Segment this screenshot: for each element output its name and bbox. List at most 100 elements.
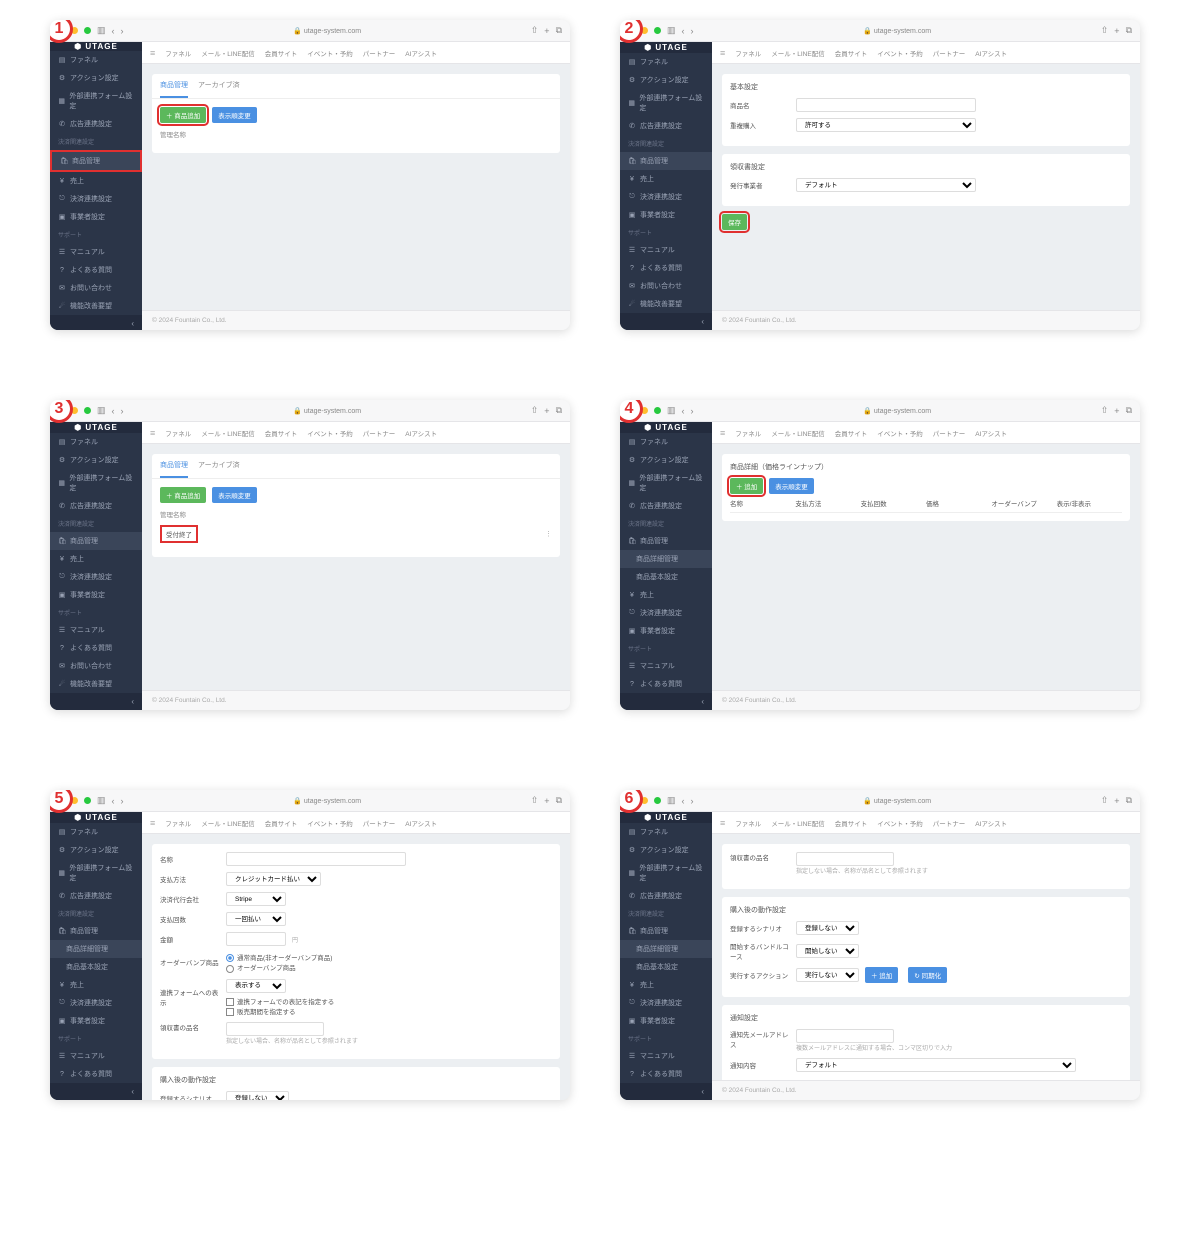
nav-ai[interactable]: AIアシスト [405,48,437,58]
sidebar-item-business[interactable]: ▣事業者設定 [50,208,142,226]
sidebar-item-products[interactable]: 🛍商品管理 [620,152,712,170]
receipt-name-input[interactable] [226,1022,324,1036]
radio-bump[interactable]: オーダーバンプ商品 [226,962,332,972]
sidebar-item-action[interactable]: ⚙アクション設定 [50,69,142,87]
label-amount: 金額 [160,934,220,944]
th-visible: 表示/非表示 [1057,498,1122,508]
rebuy-select[interactable]: 許可する [796,118,976,132]
browser-chrome: ▥ ‹ › 🔒 utage-system.com ⇧ + ⧉ [50,20,570,42]
label-show: 連携フォームへの表示 [160,987,220,1007]
th-method: 支払方法 [795,498,860,508]
sidebar-heading-payment: 決済関連設定 [50,133,142,150]
section-postbuy: 購入後の動作設定 [160,1075,552,1085]
sidebar-item-faq[interactable]: ?よくある質問 [50,261,142,279]
sidebar-item-payment-settings[interactable]: ⎋決済連携設定 [50,190,142,208]
sidebar-item-ad[interactable]: ✆広告連携設定 [50,115,142,133]
sidebar-item-products[interactable]: 🛍商品管理 [50,150,142,172]
notify-mail-input[interactable] [796,1029,894,1043]
label-scenario: 登録するシナリオ [730,923,790,933]
sidebar-item-product-basic[interactable]: 商品基本設定 [620,568,712,586]
sidebar-toggle-icon[interactable]: ▥ [97,25,106,36]
action-sync-button[interactable]: ↻ 同期化 [908,967,947,983]
yen-suffix: 円 [292,935,298,944]
plus-icon[interactable]: + [544,26,549,36]
times-select[interactable]: 一回払い [226,912,286,926]
sidebar-item-funnel[interactable]: ▤ファネル [50,51,142,69]
add-detail-button[interactable]: ＋ 追加 [730,478,763,494]
add-product-button[interactable]: ＋ 商品追加 [160,107,206,123]
label-receipt-name: 領収書の品名 [160,1022,220,1032]
section-receipt: 領収書設定 [730,162,1122,172]
sidebar-item-product-detail[interactable]: 商品詳細管理 [50,940,142,958]
link-icon: ⎋ [58,195,66,203]
back-icon[interactable]: ‹ [112,26,115,36]
sidebar-item-products[interactable]: 🛍商品管理 [620,532,712,550]
method-select[interactable]: クレジットカード払い [226,872,321,886]
amount-input[interactable] [226,932,286,946]
building-icon: ▣ [58,213,66,221]
receipt-name-input[interactable] [796,852,894,866]
display-order-button[interactable]: 表示順変更 [212,107,257,123]
max-dot[interactable] [84,27,91,34]
mail-hint: 複数メールアドレスに通知する場合、コンマ区切りで入力 [796,1043,952,1052]
product-row-item[interactable]: 受付終了 [160,525,198,543]
issuer-select[interactable]: デフォルト [796,178,976,192]
app-logo[interactable]: ⬢ UTAGE [50,42,142,51]
action-select[interactable]: 実行しない [796,968,859,982]
sidebar-item-product-detail[interactable]: 商品詳細管理 [620,550,712,568]
sidebar-item-manual[interactable]: ☰マニュアル [50,243,142,261]
bundle-select[interactable]: 開始しない [796,944,859,958]
name-input[interactable] [226,852,406,866]
scenario-select[interactable]: 登録しない [796,921,859,935]
checkbox-period[interactable]: 販売期間を指定する [226,1006,334,1016]
notify-body-select[interactable]: デフォルト [796,1058,1076,1072]
row-menu-icon[interactable]: ⋮ [545,530,552,538]
tab-archived[interactable]: アーカイブ済 [198,74,240,98]
agent-select[interactable]: Stripe [226,892,286,906]
sidebar-item-form[interactable]: ▦外部連携フォーム設定 [50,87,142,115]
tab-archived[interactable]: アーカイブ済 [198,454,240,478]
tab-products[interactable]: 商品管理 [160,74,188,98]
nav-funnel[interactable]: ファネル [165,48,191,58]
save-button[interactable]: 保存 [722,214,747,230]
tab-products[interactable]: 商品管理 [160,454,188,478]
nav-member[interactable]: 会員サイト [265,48,298,58]
label-rebuy: 重複購入 [730,120,790,130]
bulb-icon: ☄ [58,302,66,310]
sidebar-item-products[interactable]: 🛍商品管理 [50,532,142,550]
fwd-icon[interactable]: › [121,26,124,36]
sidebar-item-sales[interactable]: ¥売上 [50,172,142,190]
nav-event[interactable]: イベント・予約 [307,48,353,58]
sidebar-heading-support: サポート [50,226,142,243]
checkbox-icon [226,998,234,1006]
checkbox-form-label[interactable]: 連携フォームでの表記を指定する [226,996,334,1006]
column-header-name: 管理名称 [160,123,552,145]
url-bar[interactable]: 🔒 utage-system.com [293,27,361,35]
display-order-button[interactable]: 表示順変更 [769,478,814,494]
scenario-select[interactable]: 登録しない [226,1091,289,1100]
sidebar-collapse[interactable]: ‹ [50,315,142,330]
share-icon[interactable]: ⇧ [531,25,539,36]
form-icon: ▦ [58,97,65,105]
hamburger-icon[interactable]: ≡ [150,48,155,58]
column-header-name: 管理名称 [160,503,552,525]
sidebar-item-contact[interactable]: ✉お問い合わせ [50,279,142,297]
th-name: 名称 [730,498,795,508]
nav-partner[interactable]: パートナー [363,48,396,58]
sidebar-item-product-detail[interactable]: 商品詳細管理 [620,940,712,958]
radio-icon [226,965,234,973]
label-notify-body: 通知内容 [730,1060,790,1070]
display-order-button[interactable]: 表示順変更 [212,487,257,503]
nav-mail[interactable]: メール・LINE配信 [201,48,254,58]
label-notify-mail: 通知先メールアドレス [730,1029,790,1049]
bag-icon: 🛍 [60,157,68,165]
add-product-button[interactable]: ＋ 商品追加 [160,487,206,503]
label-scenario: 登録するシナリオ [160,1093,220,1100]
product-name-input[interactable] [796,98,976,112]
tabs-icon[interactable]: ⧉ [556,25,562,36]
show-select[interactable]: 表示する [226,979,286,993]
sidebar-item-feedback[interactable]: ☄機能改善要望 [50,297,142,315]
receipt-hint: 指定しない場合、名称が品名として参照されます [226,1036,358,1045]
radio-normal[interactable]: 通常商品(非オーダーバンプ商品) [226,952,332,962]
action-add-button[interactable]: ＋ 追加 [865,967,898,983]
